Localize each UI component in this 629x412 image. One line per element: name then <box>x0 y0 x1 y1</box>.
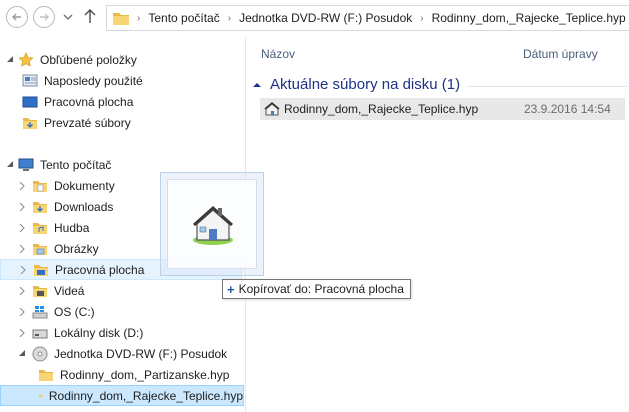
arrow-right-icon <box>40 13 49 21</box>
nav-item-downloads-fav[interactable]: Prevzaté súbory <box>22 112 131 133</box>
nav-item-music[interactable]: Hudba <box>18 217 89 238</box>
dvd-disc-icon <box>32 346 48 361</box>
nav-item-dvd-drive[interactable]: Jednotka DVD-RW (F:) Posudok <box>18 343 227 364</box>
chevron-right-icon[interactable] <box>18 244 26 253</box>
breadcrumb-separator-icon: › <box>227 12 232 24</box>
breadcrumb-computer[interactable]: Tento počítač <box>148 11 219 25</box>
forward-button[interactable] <box>33 6 55 28</box>
nav-item-label: Dokumenty <box>54 178 115 193</box>
chevron-right-icon[interactable] <box>18 328 26 337</box>
nav-item-file-rajecke[interactable]: Rodinny_dom,_Rajecke_Teplice.hyp <box>0 385 244 406</box>
house-file-icon <box>192 205 234 245</box>
nav-item-file-partizanske[interactable]: Rodinny_dom,_Partizanske.hyp <box>38 364 229 385</box>
nav-favorites[interactable]: Obľúbené položky <box>0 49 244 70</box>
nav-item-drive-d[interactable]: Lokálny disk (D:) <box>18 322 143 343</box>
chevron-down-icon[interactable] <box>18 349 26 358</box>
nav-item-label: Jednotka DVD-RW (F:) Posudok <box>54 346 228 361</box>
nav-item-label: Rodinny_dom,_Rajecke_Teplice.hyp <box>48 388 243 403</box>
drag-copy-tooltip: + Kopírovať do: Pracovná plocha <box>222 279 411 299</box>
documents-folder-icon <box>33 180 47 192</box>
arrow-left-icon <box>12 13 21 21</box>
nav-item-downloads[interactable]: Downloads <box>18 196 113 217</box>
videos-folder-icon <box>33 285 47 297</box>
nav-this-pc-label: Tento počítač <box>40 157 112 172</box>
up-arrow-icon[interactable] <box>84 8 96 24</box>
pictures-folder-icon <box>33 243 47 255</box>
nav-item-label: Naposledy použité <box>44 73 143 88</box>
nav-item-drive-c[interactable]: OS (C:) <box>18 301 95 322</box>
recent-locations-chevron-icon[interactable] <box>63 12 73 22</box>
nav-item-label: OS (C:) <box>54 304 95 319</box>
plus-icon: + <box>227 281 235 297</box>
breadcrumb-file[interactable]: Rodinny_dom,_Rajecke_Teplice.hyp <box>432 11 626 25</box>
folder-icon <box>39 369 53 381</box>
star-icon <box>18 51 34 67</box>
nav-item-label: Prevzaté súbory <box>44 115 131 130</box>
nav-item-documents[interactable]: Dokumenty <box>18 175 115 196</box>
breadcrumb-separator-icon: › <box>137 12 141 24</box>
nav-item-label: Downloads <box>54 199 114 214</box>
nav-favorites-label: Obľúbené položky <box>40 52 137 67</box>
chevron-right-icon[interactable] <box>19 265 27 274</box>
group-divider <box>467 86 627 87</box>
chevron-right-icon[interactable] <box>18 286 26 295</box>
chevron-right-icon[interactable] <box>18 202 26 211</box>
breadcrumb-dvd-drive[interactable]: Jednotka DVD-RW (F:) Posudok <box>239 11 412 25</box>
file-modified-date: 23.9.2016 14:54 <box>524 102 611 116</box>
column-header-modified[interactable]: Dátum úpravy <box>523 47 598 61</box>
collapse-triangle-icon[interactable] <box>252 80 262 90</box>
nav-item-pictures[interactable]: Obrázky <box>18 238 99 259</box>
nav-item-label: Lokálny disk (D:) <box>54 325 144 340</box>
nav-item-label: Pracovná plocha <box>55 262 145 277</box>
recent-places-icon <box>22 74 38 86</box>
nav-item-label: Rodinny_dom,_Partizanske.hyp <box>60 367 230 382</box>
breadcrumb-separator-icon: › <box>420 12 424 24</box>
hard-drive-icon <box>32 329 48 338</box>
windows-drive-icon <box>32 305 48 318</box>
chevron-down-icon[interactable] <box>6 160 14 169</box>
desktop-folder-icon <box>34 264 48 276</box>
address-bar[interactable]: › Tento počítač › Jednotka DVD-RW (F:) P… <box>106 5 629 31</box>
desktop-icon <box>22 96 38 107</box>
file-name: Rodinny_dom,_Rajecke_Teplice.hyp <box>284 102 479 116</box>
folder-icon <box>113 13 129 25</box>
downloads-folder-icon <box>33 201 47 213</box>
folder-icon <box>39 394 43 397</box>
house-file-icon <box>264 102 280 116</box>
column-header-name[interactable]: Názov <box>261 47 295 61</box>
nav-item-label: Videá <box>54 283 85 298</box>
nav-item-videos[interactable]: Videá <box>18 280 84 301</box>
back-button[interactable] <box>6 6 28 28</box>
chevron-right-icon[interactable] <box>18 181 26 190</box>
computer-icon <box>18 158 34 171</box>
nav-item-desktop-fav[interactable]: Pracovná plocha <box>22 91 133 112</box>
drag-preview-frame <box>167 179 257 269</box>
nav-item-recent[interactable]: Naposledy použité <box>22 70 143 91</box>
content-pane: Názov Dátum úpravy Aktuálne súbory na di… <box>245 38 629 412</box>
nav-item-label: Pracovná plocha <box>44 94 134 109</box>
group-header-label: Aktuálne súbory na disku (1) <box>270 76 461 93</box>
music-folder-icon <box>33 222 47 234</box>
drag-preview <box>160 172 264 276</box>
address-toolbar: › Tento počítač › Jednotka DVD-RW (F:) P… <box>0 0 629 38</box>
file-row[interactable]: Rodinny_dom,_Rajecke_Teplice.hyp 23.9.20… <box>260 98 625 120</box>
chevron-right-icon[interactable] <box>18 307 26 316</box>
chevron-down-icon[interactable] <box>6 55 14 64</box>
nav-item-label: Hudba <box>54 220 90 235</box>
downloads-folder-icon <box>23 117 37 129</box>
nav-item-label: Obrázky <box>54 241 99 256</box>
chevron-right-icon[interactable] <box>18 223 26 232</box>
drag-copy-tooltip-text: Kopírovať do: Pracovná plocha <box>238 282 404 296</box>
group-header[interactable]: Aktuálne súbory na disku (1) <box>252 76 627 93</box>
